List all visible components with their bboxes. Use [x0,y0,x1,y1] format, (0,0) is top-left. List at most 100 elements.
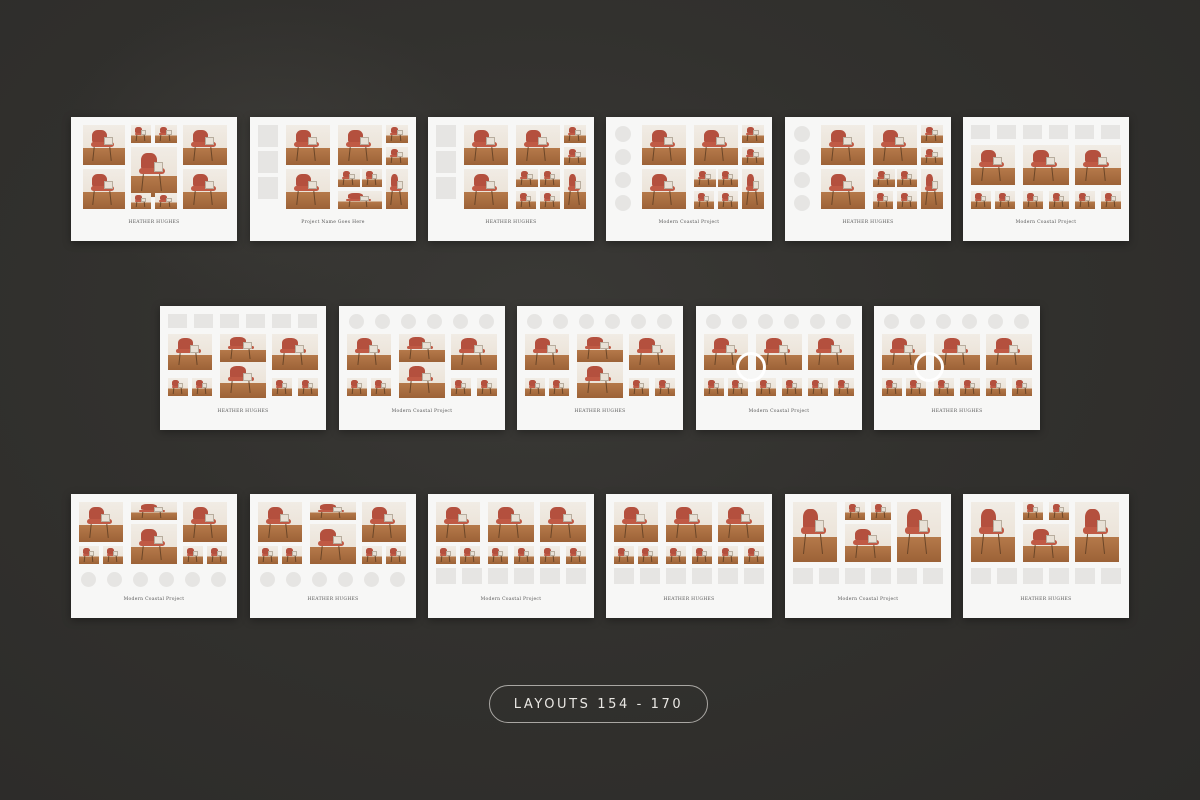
chair-photo-box [895,137,905,146]
chair-photo-leg2 [552,555,554,562]
chair-photo [272,334,318,370]
chair-photo-leg1 [570,555,572,562]
chair-photo-leg1 [568,134,571,141]
chair-photo-leg2 [526,555,528,562]
chair-photo-leg1 [1079,200,1081,207]
chair-photo-leg1 [891,353,895,366]
chair-photo-leg2 [1014,353,1018,366]
chair-photo-box [563,514,573,523]
square-placeholder [436,151,456,173]
chair-photo-leg1 [544,178,546,185]
chair-photo-leg2 [143,134,145,141]
chair-photo-leg1 [83,555,85,562]
chair-photo-box [243,342,253,349]
chair-photo-leg2 [998,534,1002,555]
chair-photo-leg2 [427,349,431,359]
layout-title: HEATHER HUGHES [128,220,180,225]
chair-photo-leg1 [812,387,814,394]
chair-photo [1075,191,1095,209]
chair-photo-leg2 [472,555,474,562]
chair-photo-leg2 [399,156,402,163]
chair-photo-leg1 [901,178,903,185]
layout-title: Modern Coastal Project [123,597,185,602]
chair-photo-leg2 [983,200,985,207]
chair-photo-box [779,344,789,353]
chair-photo-box [904,344,914,353]
chair-photo [540,191,560,209]
chair-photo-box [538,137,548,146]
chair-photo [897,502,941,562]
chair-photo [168,334,212,370]
layout-thumbnail: HEATHER HUGHES [963,494,1129,618]
chair-photo [845,524,891,562]
chair-photo-leg2 [365,200,368,207]
chair-photo-leg1 [990,387,992,394]
chair-photo-leg2 [626,555,628,562]
chair-photo-leg2 [946,387,948,394]
chair-photo-box [664,137,674,146]
chair-photo-leg1 [286,555,288,562]
layout-thumbnail: Modern Coastal Project [785,494,951,618]
square-placeholder [1049,568,1069,584]
chair-photo-leg1 [1085,166,1089,181]
chair-photo-leg1 [172,387,174,394]
chair-photo-leg2 [398,555,400,562]
circle-placeholder [784,314,799,329]
chair-photo-leg1 [409,381,413,394]
chair-photo-box [652,344,662,353]
chair-photo-leg1 [568,156,571,163]
chair-photo [155,125,177,143]
chair-photo-leg1 [230,381,234,394]
chair-photo-leg2 [210,190,214,205]
chair-photo-leg2 [285,523,289,538]
chair-photo [399,334,445,362]
chair-photo-leg2 [667,387,669,394]
circle-placeholder [732,314,747,329]
chair-photo-leg2 [106,523,110,538]
circle-placeholder [133,572,148,587]
chair-photo-box [295,344,305,353]
layout-title: Modern Coastal Project [480,597,542,602]
chair-photo-leg2 [657,353,661,366]
circle-placeholder [794,172,810,188]
chair-photo-leg2 [746,523,750,538]
chair-photo [642,169,686,209]
chair-photo-leg2 [900,146,904,161]
layout-title: HEATHER HUGHES [1020,597,1072,602]
chair-photo-box [741,514,751,523]
chair-photo-leg2 [552,178,554,185]
chair-photo [183,169,227,209]
chair-photo [1049,502,1069,520]
chair-photo-leg2 [463,387,465,394]
square-placeholder [1023,125,1042,139]
chair-photo-box [843,137,853,146]
circle-frame-overlay [736,352,766,382]
chair-photo-box [993,520,1003,532]
chair-photo-leg1 [708,387,710,394]
chair-photo-leg2 [399,190,402,205]
chair-photo [103,546,123,564]
circle-placeholder [349,314,364,329]
chair-photo-leg1 [498,523,502,538]
chair-photo [577,334,623,362]
chair-photo [1023,502,1043,520]
chair-photo-leg2 [248,349,252,359]
chair-photo-leg1 [1033,166,1037,181]
chair-photo-box [689,514,699,523]
chair-photo [566,546,586,564]
chair-photo [808,334,854,370]
chair-photo [220,362,266,398]
chair-photo-leg2 [721,146,725,161]
chair-photo-box [397,181,403,190]
chair-photo-box [360,196,370,202]
chair-photo-leg1 [732,387,734,394]
square-placeholder [692,568,712,584]
chair-photo-leg1 [518,555,520,562]
square-placeholder [540,568,560,584]
circle-placeholder [338,572,353,587]
chair-photo [540,546,560,564]
chair-photo-leg1 [696,555,698,562]
square-placeholder [258,151,278,173]
chair-photo [525,334,569,370]
chair-photo-leg2 [374,353,378,366]
